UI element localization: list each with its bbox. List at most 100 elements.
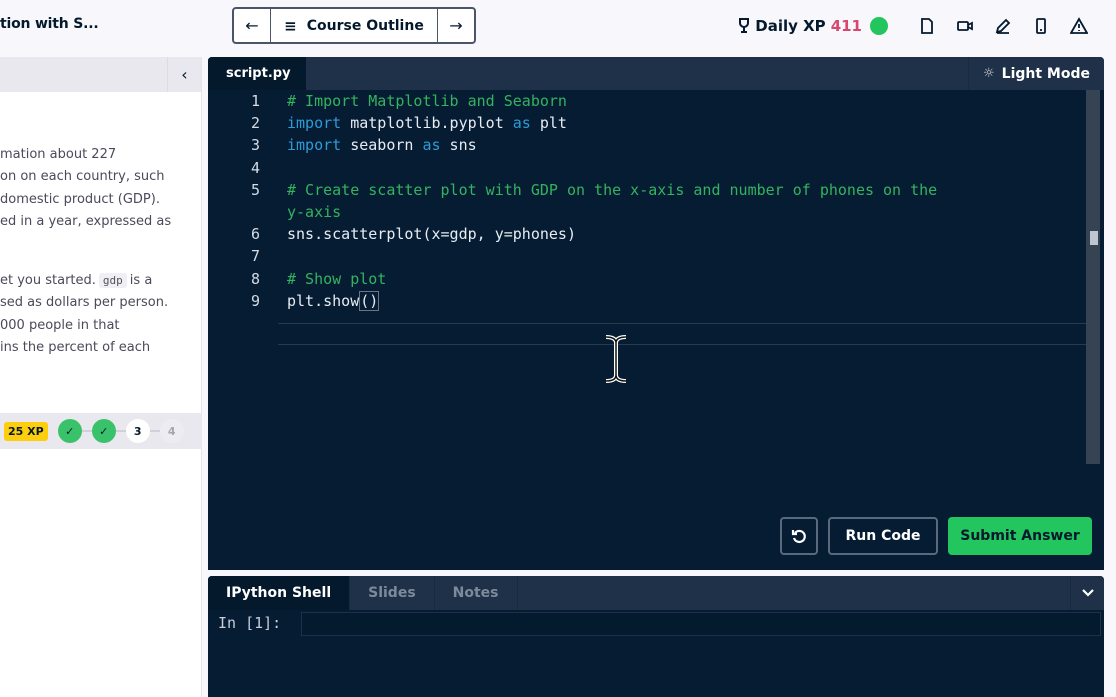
description-line: et you started. gdp is a — [0, 270, 168, 292]
course-outline-button[interactable]: ≡ Course Outline — [271, 9, 437, 42]
daily-xp-label: Daily XP — [755, 17, 826, 35]
collapse-panel-button[interactable]: ‹ — [167, 57, 201, 92]
course-outline-label: Course Outline — [306, 17, 424, 34]
step-connector — [81, 430, 92, 432]
editor-scrollbar-thumb[interactable] — [1090, 231, 1098, 245]
description-line: mation about 227 — [0, 147, 117, 162]
code-area[interactable]: 1 # Import Matplotlib and Seaborn 2 import … — [208, 90, 1088, 570]
edit-button[interactable] — [984, 14, 1022, 38]
tab-script-py[interactable]: script.py — [208, 57, 306, 90]
step-4[interactable]: 4 — [159, 419, 184, 443]
description-line: sed as dollars per person. — [0, 295, 169, 311]
step-1[interactable]: ✓ — [57, 419, 82, 443]
editor-scrollbar[interactable] — [1086, 90, 1100, 464]
mobile-icon — [1036, 18, 1046, 34]
document-icon — [921, 18, 933, 34]
code-token: plt — [530, 114, 567, 133]
code-keyword: as — [512, 114, 531, 133]
code-token: sns — [440, 136, 477, 155]
tab-notes[interactable]: Notes — [435, 576, 518, 610]
collapse-shell-button[interactable] — [1070, 576, 1104, 610]
exercise-description: mation about 227 on on each country, suc… — [0, 144, 171, 233]
code-comment: # Import Matplotlib and Seaborn — [287, 92, 567, 110]
next-exercise-button[interactable]: → — [437, 9, 474, 42]
top-right-toolbar: Daily XP 411 — [737, 14, 1098, 38]
code-keyword: import — [287, 114, 342, 133]
previous-exercise-button[interactable]: ← — [234, 9, 271, 42]
exercise-progress: 25 XP ✓ ✓ 3 4 — [0, 413, 202, 449]
editor-actions: Run Code Submit Answer — [780, 517, 1092, 555]
code-text: # Import Matplotlib and Seaborn — [287, 90, 567, 112]
code-token: plt.show — [287, 291, 360, 310]
video-icon — [957, 21, 973, 31]
line-number: 7 — [250, 247, 260, 266]
menu-icon: ≡ — [284, 16, 297, 35]
shell-prompt: In [1]: — [218, 614, 282, 632]
description-line: domestic product (GDP). — [0, 191, 160, 207]
top-bar: tion with S... ← ≡ Course Outline → Dail… — [0, 0, 1116, 52]
code-keyword: as — [422, 136, 441, 155]
tab-slides[interactable]: Slides — [350, 576, 435, 610]
code-text: y-axis — [287, 201, 341, 223]
mobile-button[interactable] — [1022, 14, 1060, 38]
step-3[interactable]: 3 — [125, 419, 150, 443]
code-editor: script.py ☼ Light Mode 1 # Import Matplot… — [208, 57, 1104, 570]
description-line: on on each country, such — [0, 169, 165, 185]
chevron-left-icon: ‹ — [181, 65, 188, 84]
code-token: () — [359, 290, 380, 311]
daily-xp-value: 411 — [830, 17, 862, 35]
code-keyword: import — [287, 136, 342, 155]
warning-icon — [1070, 17, 1088, 34]
tab-ipython-shell[interactable]: IPython Shell — [208, 576, 351, 610]
pencil-icon — [995, 18, 1011, 34]
daily-xp[interactable]: Daily XP 411 — [737, 17, 908, 35]
step-connector — [115, 430, 126, 432]
description-line: 000 people in that — [0, 317, 120, 333]
course-nav: ← ≡ Course Outline → — [232, 7, 476, 44]
line-number: 6 — [250, 225, 260, 244]
description-line: ins the percent of each — [0, 339, 151, 355]
line-number: 1 — [250, 92, 260, 110]
video-button[interactable] — [946, 14, 984, 38]
inline-code: gdp — [98, 273, 127, 288]
chevron-down-icon — [1081, 589, 1094, 597]
code-token: matplotlib.pyplot — [341, 114, 513, 133]
active-line-highlight — [278, 323, 1088, 345]
line-number: 5 — [250, 180, 260, 199]
step-connector — [149, 430, 160, 432]
light-mode-button[interactable]: ☼ Light Mode — [968, 57, 1104, 90]
description-text: is a — [129, 273, 153, 288]
shell-tab-bar: IPython Shell Slides Notes — [208, 576, 1104, 610]
arrow-right-icon: → — [449, 16, 463, 35]
reset-code-button[interactable] — [780, 517, 818, 555]
code-text: sns.scatterplot(x=gdp, y=phones) — [287, 223, 576, 245]
sun-icon: ☼ — [983, 66, 995, 81]
arrow-left-icon: ← — [245, 16, 259, 35]
ipython-shell-panel: IPython Shell Slides Notes In [1]: — [208, 576, 1104, 697]
xp-badge: 25 XP — [4, 421, 48, 441]
description-line: ed in a year, expressed as — [0, 213, 172, 229]
text-cursor-icon — [605, 335, 627, 383]
course-title[interactable]: tion with S... — [0, 16, 99, 32]
shell-input[interactable] — [301, 612, 1101, 636]
line-number: 8 — [250, 269, 260, 288]
editor-tab-bar: script.py ☼ Light Mode — [208, 57, 1104, 90]
code-text: # Create scatter plot with GDP on the x-… — [287, 179, 937, 201]
status-dot-icon — [870, 17, 888, 35]
trophy-icon — [739, 18, 750, 33]
code-token: sns.scatterplot(x=gdp, y=phones) — [287, 225, 576, 244]
document-button[interactable] — [908, 14, 946, 38]
line-number: 4 — [250, 158, 260, 177]
step-2[interactable]: ✓ — [91, 419, 116, 443]
page-margin — [1104, 57, 1116, 697]
instructions-panel: ‹ mation about 227 on on each country, s… — [0, 57, 202, 697]
line-number: 9 — [250, 291, 260, 310]
code-token: seaborn — [341, 136, 423, 155]
run-code-button[interactable]: Run Code — [828, 517, 938, 555]
reset-icon — [791, 529, 806, 544]
code-text: import seaborn as sns — [287, 134, 477, 156]
report-issue-button[interactable] — [1060, 14, 1098, 38]
submit-answer-button[interactable]: Submit Answer — [948, 517, 1092, 555]
code-comment: # Create scatter plot with GDP on the x-… — [287, 180, 938, 199]
code-text: plt.show() — [287, 290, 380, 312]
